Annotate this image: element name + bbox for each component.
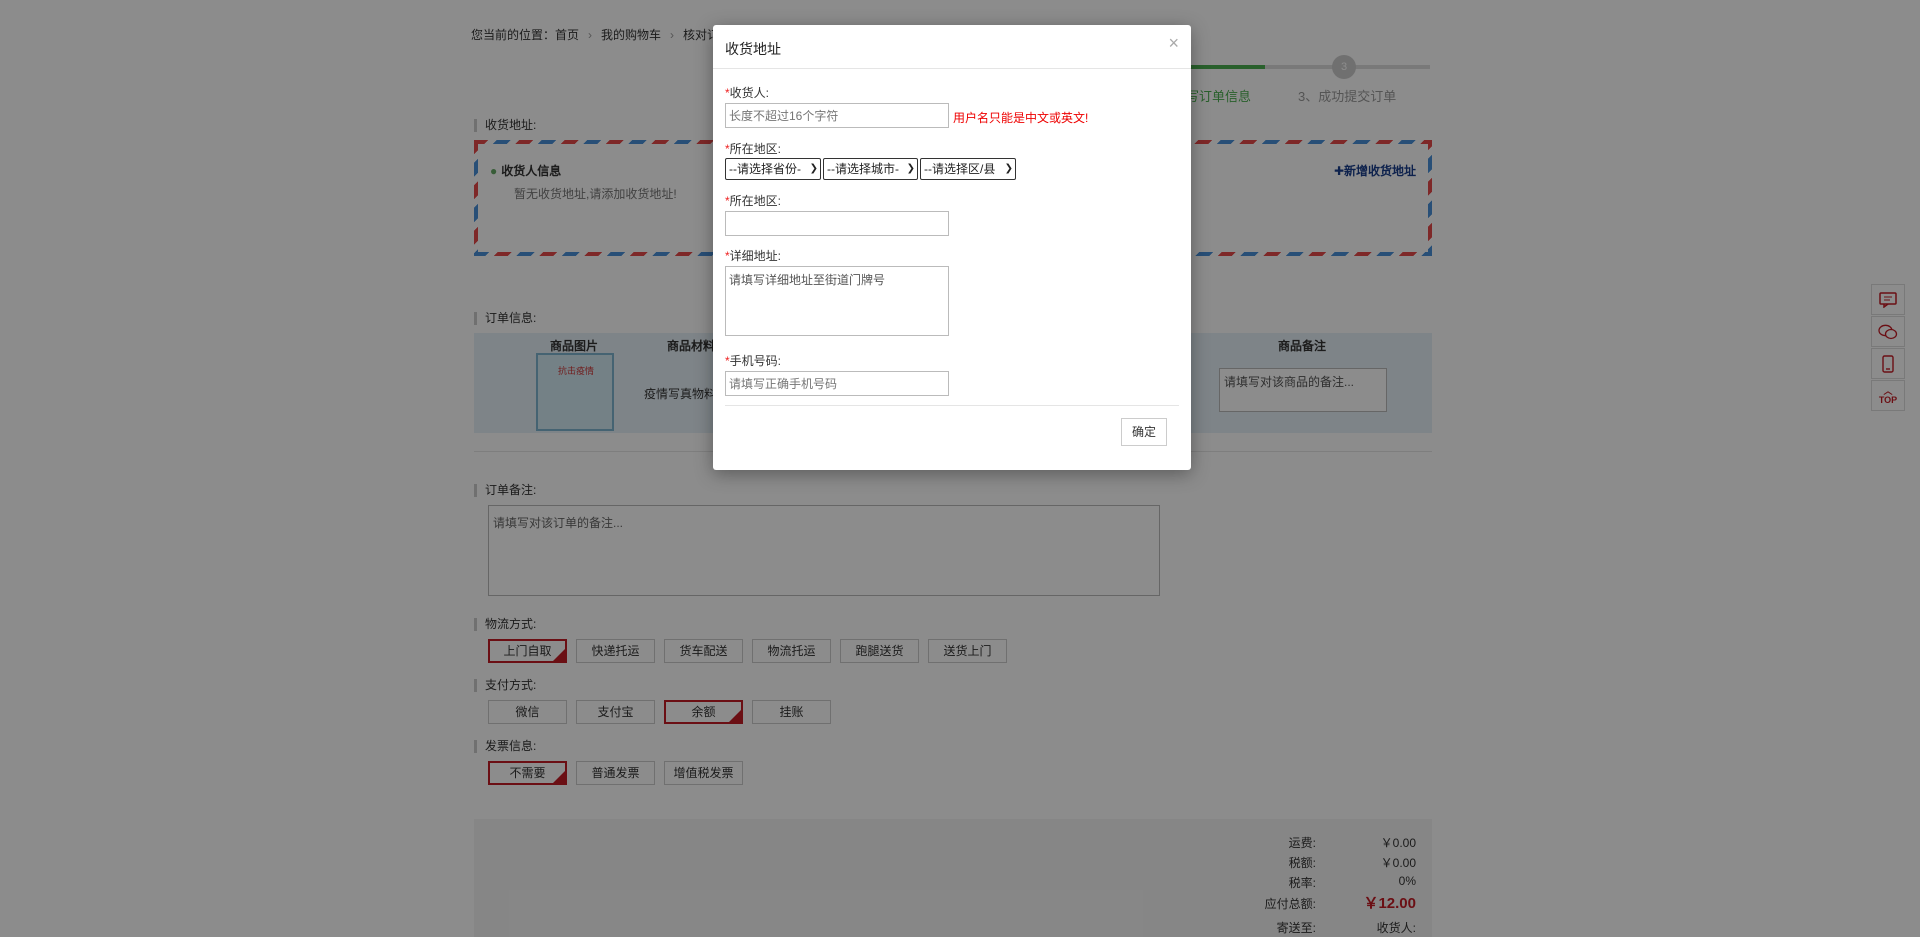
address-modal: 收货地址 × *收货人: 用户名只能是中文或英文! *所在地区: --请选择省份… — [713, 25, 1191, 470]
region-label: *所在地区: — [725, 142, 782, 156]
detail-address-label: *详细地址: — [725, 249, 782, 263]
phone-input[interactable] — [725, 371, 949, 396]
chevron-down-icon: ❯ — [1004, 163, 1013, 174]
modal-title: 收货地址 — [725, 41, 781, 57]
region-label-2: *所在地区: — [725, 194, 782, 208]
receiver-error-text: 用户名只能是中文或英文! — [953, 111, 1089, 125]
checkout-page: 您当前的位置：首页 › 我的购物车 › 核对订 3 写订单信息 3、成功提交订单 收货地… — [0, 0, 1920, 937]
close-icon[interactable]: × — [1168, 33, 1179, 54]
receiver-label: *收货人: — [725, 86, 770, 100]
city-select[interactable]: --请选择城市- ❯ — [823, 158, 918, 180]
confirm-button[interactable]: 确定 — [1121, 418, 1167, 446]
phone-label: *手机号码: — [725, 354, 782, 368]
modal-footer-divider — [725, 405, 1179, 406]
modal-header: 收货地址 × — [713, 25, 1191, 69]
district-select[interactable]: --请选择区/县 ❯ — [920, 158, 1016, 180]
region-input[interactable] — [725, 211, 949, 236]
detail-address-textarea[interactable]: 请填写详细地址至街道门牌号 — [725, 266, 949, 336]
receiver-input[interactable] — [725, 103, 949, 128]
chevron-down-icon: ❯ — [906, 163, 915, 174]
chevron-down-icon: ❯ — [809, 163, 818, 174]
province-select[interactable]: --请选择省份- ❯ — [725, 158, 821, 180]
